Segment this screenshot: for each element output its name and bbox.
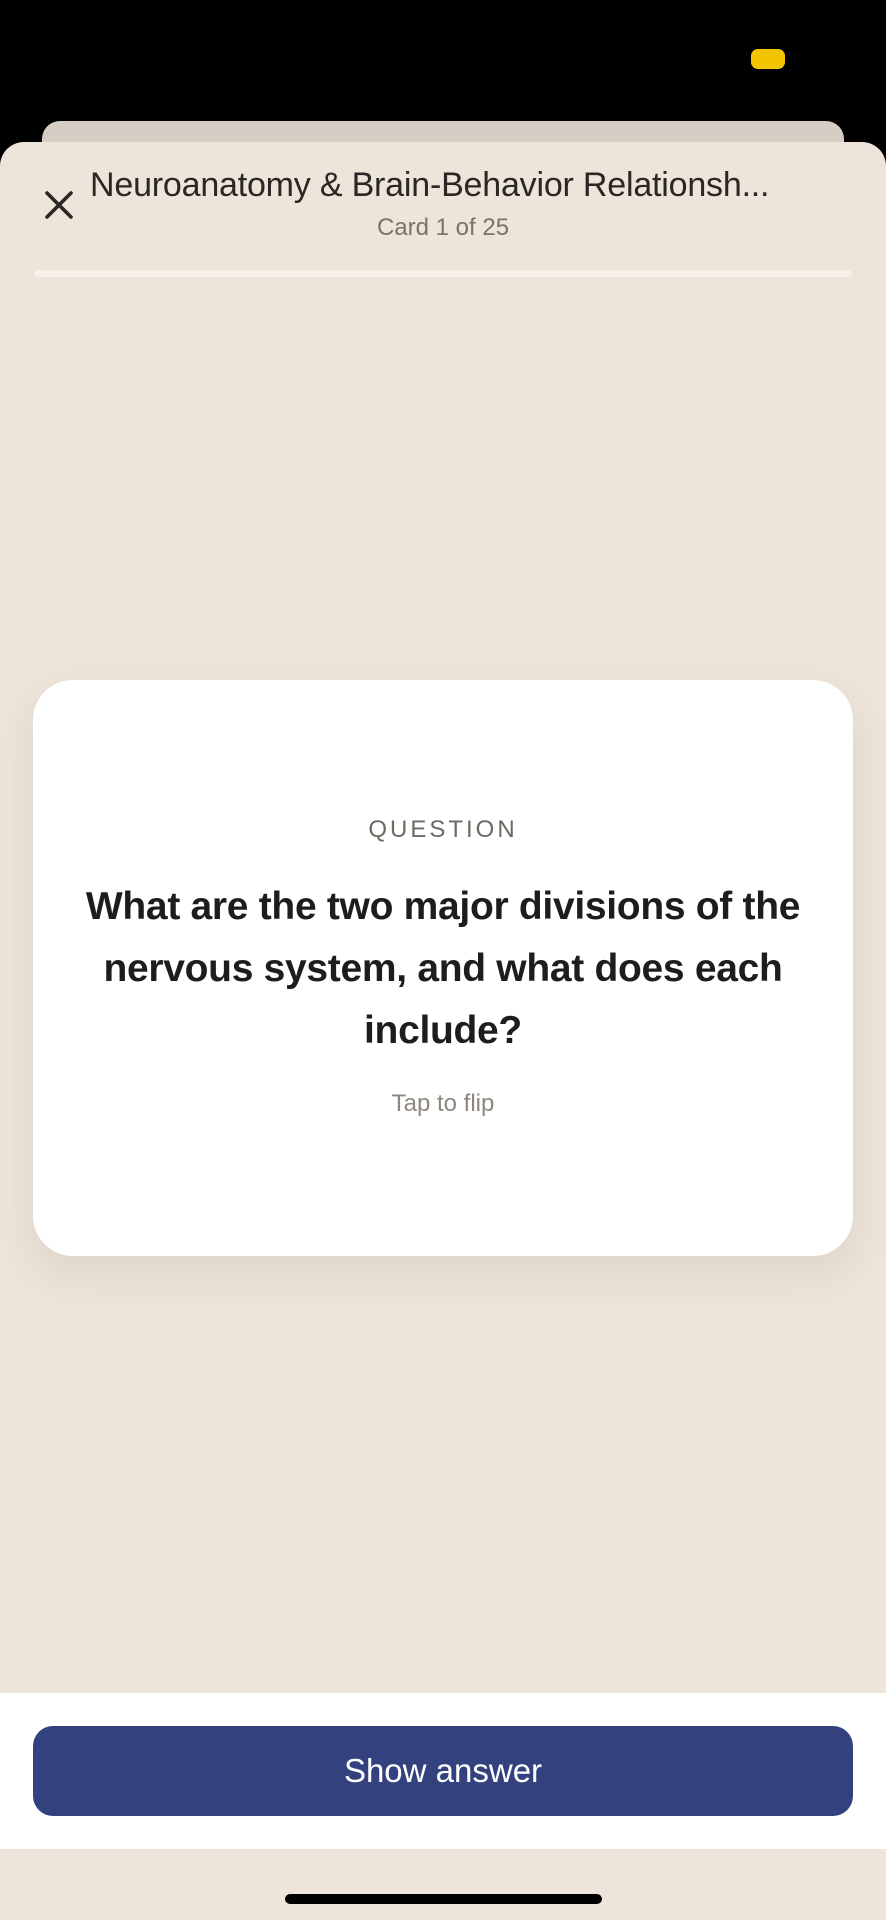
status-indicator-icon	[751, 49, 785, 69]
tap-to-flip-hint: Tap to flip	[391, 1090, 495, 1117]
show-answer-button[interactable]: Show answer	[33, 1726, 853, 1816]
card-question-text: What are the two major divisions of the …	[85, 885, 801, 1052]
card-counter: Card 1 of 25	[376, 214, 510, 241]
progress-bar	[34, 270, 852, 277]
card-side-label: QUESTION	[368, 816, 518, 843]
footer-bar: Show answer	[0, 1693, 886, 1849]
home-indicator	[285, 1894, 602, 1904]
deck-title: Neuroanatomy & Brain-Behavior Relationsh…	[90, 166, 770, 204]
flashcard[interactable]: QUESTION What are the two major division…	[33, 680, 853, 1256]
